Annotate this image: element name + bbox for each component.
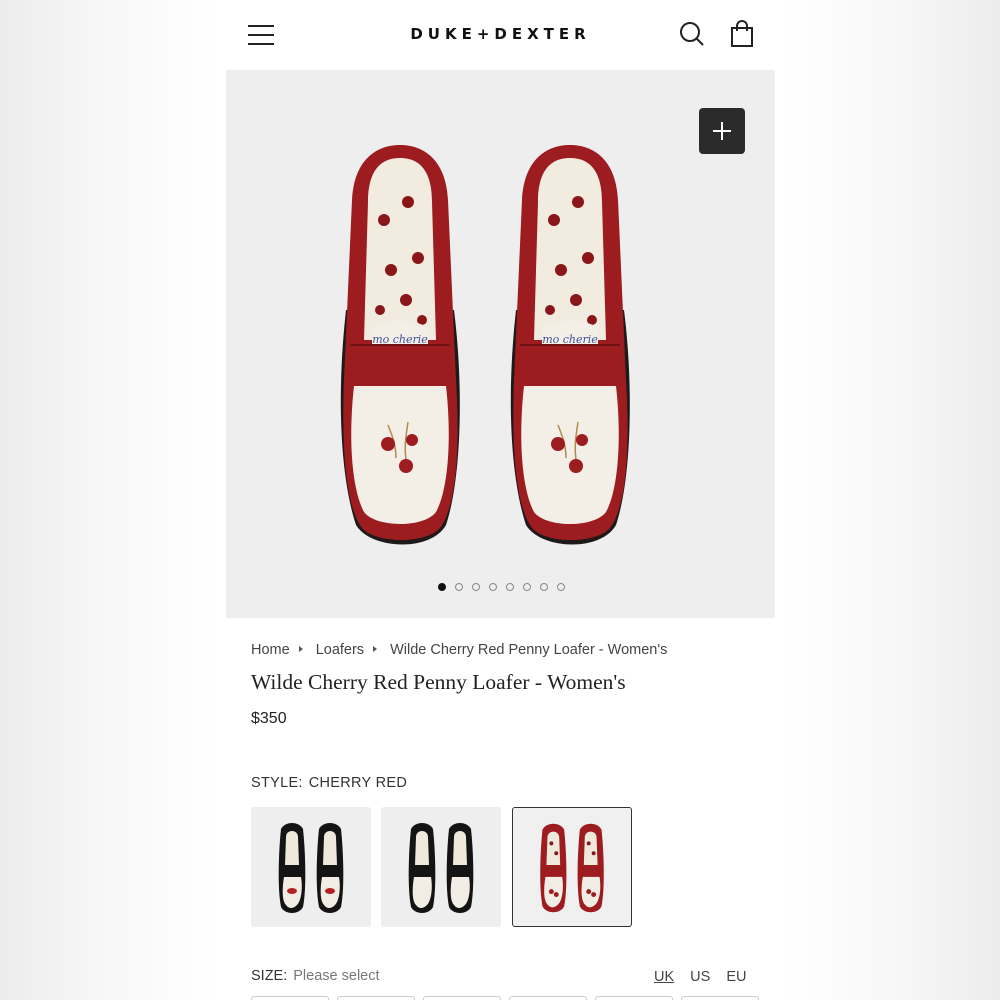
size-system-uk[interactable]: UK — [654, 969, 674, 985]
pagination-dot[interactable] — [540, 583, 548, 591]
size-option[interactable] — [509, 996, 587, 1000]
size-system-us[interactable]: US — [690, 969, 710, 985]
style-selector-label: STYLE: CHERRY RED — [251, 775, 407, 791]
swatch-image — [540, 823, 604, 913]
plus-icon[interactable] — [699, 108, 745, 154]
style-swatch-cherry-red[interactable] — [512, 807, 632, 927]
search-icon[interactable] — [679, 21, 705, 47]
size-option[interactable] — [337, 996, 415, 1000]
product-image: mo cherie — [339, 144, 631, 546]
image-pagination — [438, 583, 565, 593]
breadcrumb: Home Loafers Wilde Cherry Red Penny Loaf… — [251, 642, 667, 658]
pagination-dot[interactable] — [489, 583, 497, 591]
breadcrumb-loafers[interactable]: Loafers — [316, 642, 364, 658]
pagination-dot[interactable] — [523, 583, 531, 591]
style-swatch-black-lips[interactable] — [251, 807, 371, 927]
size-option[interactable] — [423, 996, 501, 1000]
breadcrumb-home[interactable]: Home — [251, 642, 290, 658]
product-title: Wilde Cherry Red Penny Loafer - Women's — [251, 670, 626, 694]
style-swatches — [251, 807, 651, 929]
size-system-toggle: UK US EU — [654, 969, 746, 985]
product-price: $350 — [251, 710, 287, 727]
swatch-image — [278, 823, 344, 913]
product-page: DUKE+DEXTER Home Loafers Wilde Cherry Re… — [226, 0, 775, 1000]
chevron-right-icon — [298, 646, 303, 652]
site-header: DUKE+DEXTER — [226, 0, 775, 70]
breadcrumb-current[interactable]: Wilde Cherry Red Penny Loafer - Women's — [390, 642, 667, 658]
pagination-dot[interactable] — [506, 583, 514, 591]
size-selector-label: SIZE: Please select — [251, 968, 380, 984]
pagination-dot[interactable] — [557, 583, 565, 591]
style-value: CHERRY RED — [308, 775, 408, 791]
size-option[interactable] — [595, 996, 673, 1000]
style-label: STYLE: — [251, 775, 303, 791]
product-image-gallery[interactable]: mo cherie — [226, 70, 775, 618]
pagination-dot[interactable] — [472, 583, 480, 591]
shopping-bag-icon[interactable] — [729, 20, 755, 48]
size-placeholder[interactable]: Please select — [293, 968, 379, 984]
size-options — [251, 996, 759, 1000]
size-option[interactable] — [681, 996, 759, 1000]
pagination-dot[interactable] — [455, 583, 463, 591]
style-swatch-black-white[interactable] — [381, 807, 501, 927]
size-option[interactable] — [251, 996, 329, 1000]
size-system-eu[interactable]: EU — [726, 969, 746, 985]
size-label: SIZE: — [251, 968, 288, 984]
pagination-dot[interactable] — [438, 583, 446, 591]
swatch-image — [408, 823, 474, 913]
chevron-right-icon — [373, 646, 378, 652]
